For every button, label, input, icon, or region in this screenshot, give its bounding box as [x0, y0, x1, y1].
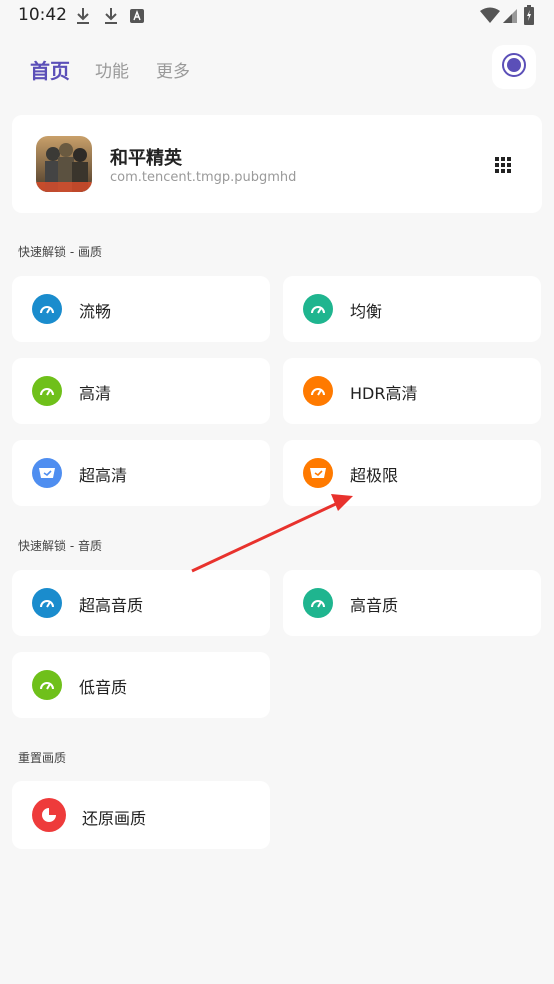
- download-icon: [76, 7, 90, 29]
- tab-home[interactable]: 首页: [30, 55, 70, 84]
- apps-grid-icon[interactable]: [495, 157, 511, 177]
- app-package: com.tencent.tmgp.pubgmhd: [110, 170, 297, 185]
- quality-item-balanced[interactable]: 均衡: [283, 276, 541, 342]
- reset-quality-label: 还原画质: [82, 809, 147, 828]
- speedometer-icon: [32, 376, 62, 406]
- quality-item-smooth[interactable]: 流畅: [12, 276, 270, 342]
- status-time: 10:42: [18, 5, 67, 25]
- quality-item-label: 流畅: [79, 302, 112, 321]
- record-icon: [501, 52, 527, 82]
- display-icon: [32, 458, 62, 488]
- wifi-icon: [480, 7, 500, 27]
- section-title-reset: 重置画质: [18, 751, 67, 765]
- app-name: 和平精英: [110, 148, 182, 169]
- audio-item-ultra[interactable]: 超高音质: [12, 570, 270, 636]
- audio-item-high[interactable]: 高音质: [283, 570, 541, 636]
- audio-item-label: 低音质: [79, 678, 128, 697]
- audio-item-low[interactable]: 低音质: [12, 652, 270, 718]
- tab-features[interactable]: 功能: [95, 57, 129, 82]
- download-icon: [104, 7, 118, 29]
- quality-item-label: HDR高清: [350, 384, 418, 403]
- app-icon: [36, 136, 92, 192]
- speedometer-icon: [303, 294, 333, 324]
- tab-more[interactable]: 更多: [156, 57, 190, 82]
- status-bar: 10:42: [0, 0, 554, 32]
- battery-icon: [524, 5, 534, 29]
- quality-item-extreme[interactable]: 超极限: [283, 440, 541, 506]
- display-icon: [303, 458, 333, 488]
- speedometer-icon: [32, 588, 62, 618]
- speedometer-icon: [32, 670, 62, 700]
- speedometer-icon: [32, 294, 62, 324]
- quality-item-hd[interactable]: 高清: [12, 358, 270, 424]
- quality-item-ultra-hd[interactable]: 超高清: [12, 440, 270, 506]
- quality-item-label: 均衡: [350, 302, 383, 321]
- translate-icon: [130, 8, 144, 27]
- signal-icon: [503, 7, 517, 27]
- section-title-quality: 快速解锁 - 画质: [18, 245, 102, 259]
- reset-icon: [32, 798, 66, 832]
- quality-item-hdr[interactable]: HDR高清: [283, 358, 541, 424]
- speedometer-icon: [303, 588, 333, 618]
- app-card[interactable]: 和平精英 com.tencent.tmgp.pubgmhd: [12, 115, 542, 213]
- audio-item-label: 超高音质: [79, 596, 144, 615]
- quality-item-label: 超极限: [350, 466, 399, 485]
- record-button[interactable]: [492, 45, 536, 89]
- quality-item-label: 高清: [79, 384, 112, 403]
- audio-item-label: 高音质: [350, 596, 399, 615]
- reset-quality-button[interactable]: 还原画质: [12, 781, 270, 849]
- quality-item-label: 超高清: [79, 466, 128, 485]
- section-title-audio: 快速解锁 - 音质: [18, 539, 102, 553]
- speedometer-icon: [303, 376, 333, 406]
